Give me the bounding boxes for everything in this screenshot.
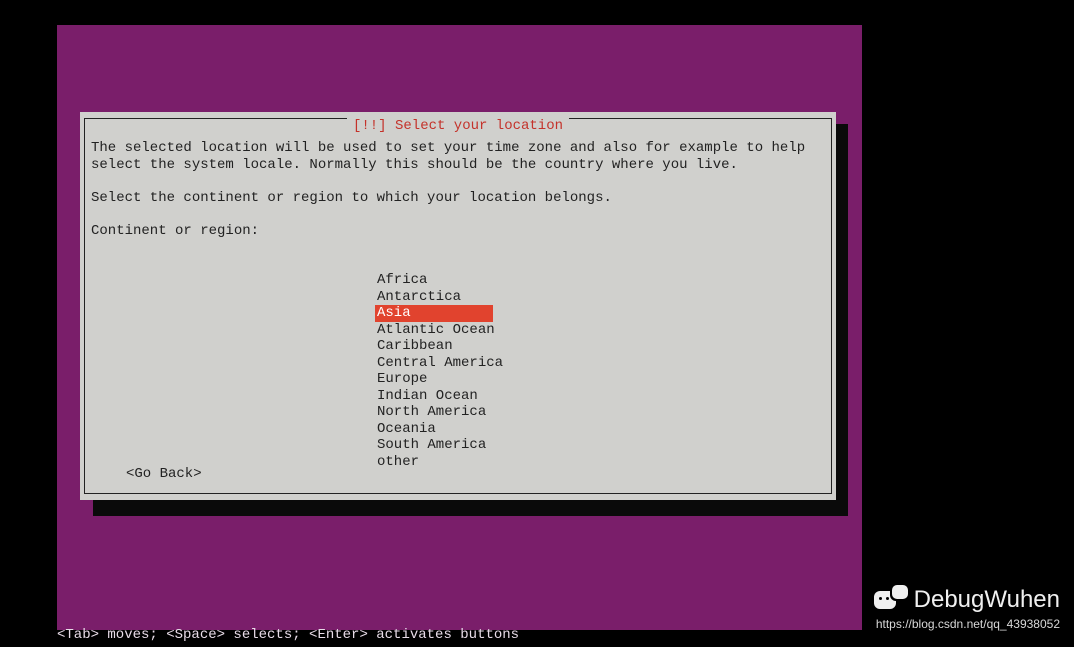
watermark: DebugWuhen https://blog.csdn.net/qq_4393… bbox=[874, 585, 1060, 631]
region-item[interactable]: North America bbox=[375, 404, 505, 421]
dialog-title: [!!] Select your location bbox=[347, 118, 569, 134]
dialog-body: The selected location will be used to se… bbox=[91, 140, 825, 490]
region-item[interactable]: Oceania bbox=[375, 421, 505, 438]
watermark-name: DebugWuhen bbox=[914, 586, 1060, 614]
region-item[interactable]: Central America bbox=[375, 355, 505, 372]
go-back-button[interactable]: <Go Back> bbox=[126, 466, 202, 483]
wechat-icon bbox=[874, 585, 908, 615]
region-item[interactable]: Antarctica bbox=[375, 289, 505, 306]
footer-hint: <Tab> moves; <Space> selects; <Enter> ac… bbox=[57, 627, 519, 643]
location-dialog: [!!] Select your location The selected l… bbox=[80, 112, 836, 500]
region-item[interactable]: Atlantic Ocean bbox=[375, 322, 505, 339]
region-item[interactable]: Europe bbox=[375, 371, 505, 388]
region-item[interactable]: Africa bbox=[375, 272, 505, 289]
region-item[interactable]: South America bbox=[375, 437, 505, 454]
region-item[interactable]: Indian Ocean bbox=[375, 388, 505, 405]
dialog-prompt: Continent or region: bbox=[91, 223, 825, 240]
dialog-paragraph-2: Select the continent or region to which … bbox=[91, 190, 825, 207]
region-item[interactable]: Caribbean bbox=[375, 338, 505, 355]
region-item[interactable]: other bbox=[375, 454, 505, 471]
region-list[interactable]: AfricaAntarcticaAsiaAtlantic OceanCaribb… bbox=[375, 272, 505, 470]
watermark-url: https://blog.csdn.net/qq_43938052 bbox=[874, 617, 1060, 631]
dialog-paragraph-1: The selected location will be used to se… bbox=[91, 140, 825, 173]
region-item[interactable]: Asia bbox=[375, 305, 493, 322]
